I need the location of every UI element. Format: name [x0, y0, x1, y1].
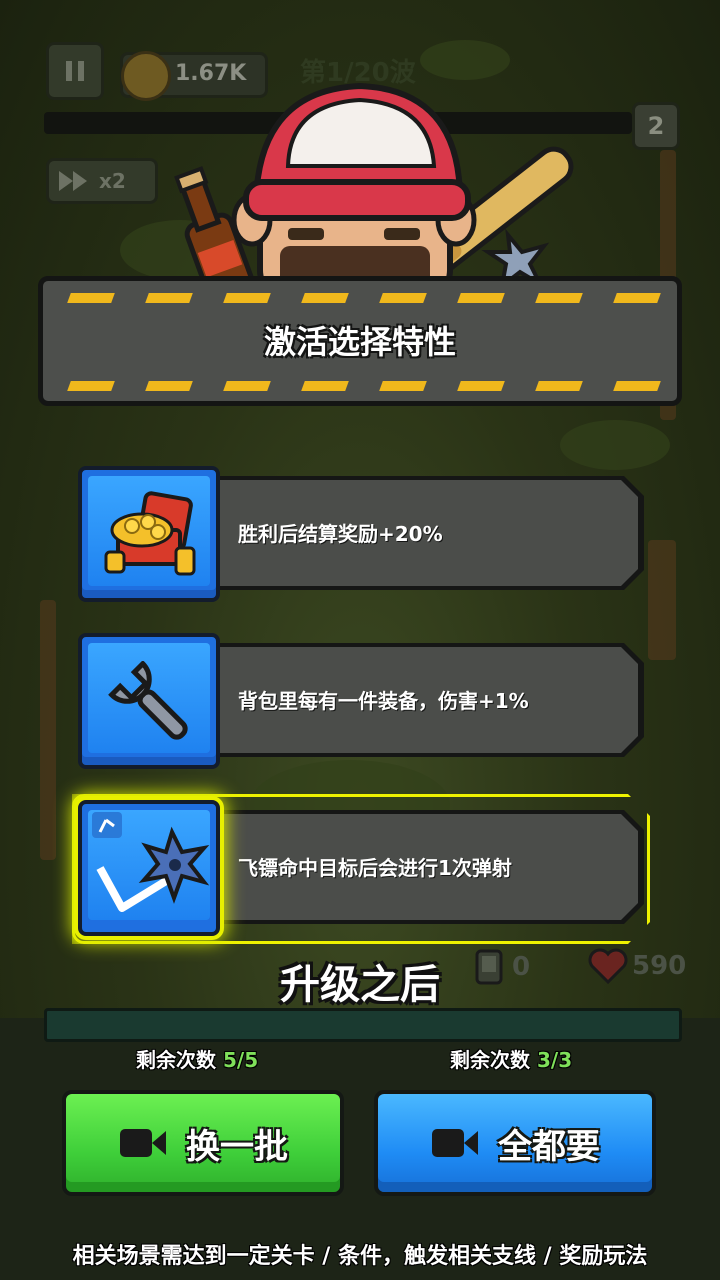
inventory-count: 0 [474, 948, 530, 986]
trait-card-shuriken-bounce[interactable]: 飞镖命中目标后会进行1次弹射 [78, 800, 644, 938]
reroll-button[interactable]: 换一批 [62, 1090, 344, 1196]
pause-button[interactable] [46, 42, 104, 100]
reroll-remaining: 剩余次数 5/5 [136, 1048, 259, 1072]
phone-icon [475, 949, 503, 985]
footer-caption: 相关场景需达到一定关卡 / 条件，触发相关支线 / 奖励玩法 [72, 1244, 648, 1269]
trait-card-reward[interactable]: 胜利后结算奖励+20% [78, 466, 644, 604]
health-display: 590 [588, 948, 686, 984]
pause-icon [66, 61, 84, 81]
take-all-label: 全都要 [498, 1126, 600, 1167]
video-icon [432, 1129, 478, 1157]
wave-number-badge: 2 [632, 102, 680, 150]
trait-select-banner: 激活选择特性 [38, 276, 682, 406]
speed-button[interactable]: x2 [46, 158, 158, 204]
treasure-chest-icon [78, 466, 220, 602]
speed-label: x2 [99, 169, 126, 193]
wrench-icon [78, 633, 220, 769]
video-icon [120, 1129, 166, 1157]
take-all-remaining: 剩余次数 3/3 [450, 1048, 573, 1072]
heart-icon [588, 948, 628, 984]
take-all-button[interactable]: 全都要 [374, 1090, 656, 1196]
trait-description: 背包里每有一件装备，伤害+1% [238, 689, 529, 713]
trait-description: 胜利后结算奖励+20% [238, 522, 443, 546]
banner-title: 激活选择特性 [263, 323, 456, 361]
trait-description: 飞镖命中目标后会进行1次弹射 [238, 856, 512, 880]
experience-bar [44, 1008, 682, 1042]
character-portrait [174, 82, 574, 290]
fast-forward-icon [59, 171, 87, 191]
trait-card-backpack-damage[interactable]: 背包里每有一件装备，伤害+1% [78, 633, 644, 771]
shuriken-bounce-icon [78, 800, 220, 936]
reroll-label: 换一批 [186, 1126, 288, 1167]
